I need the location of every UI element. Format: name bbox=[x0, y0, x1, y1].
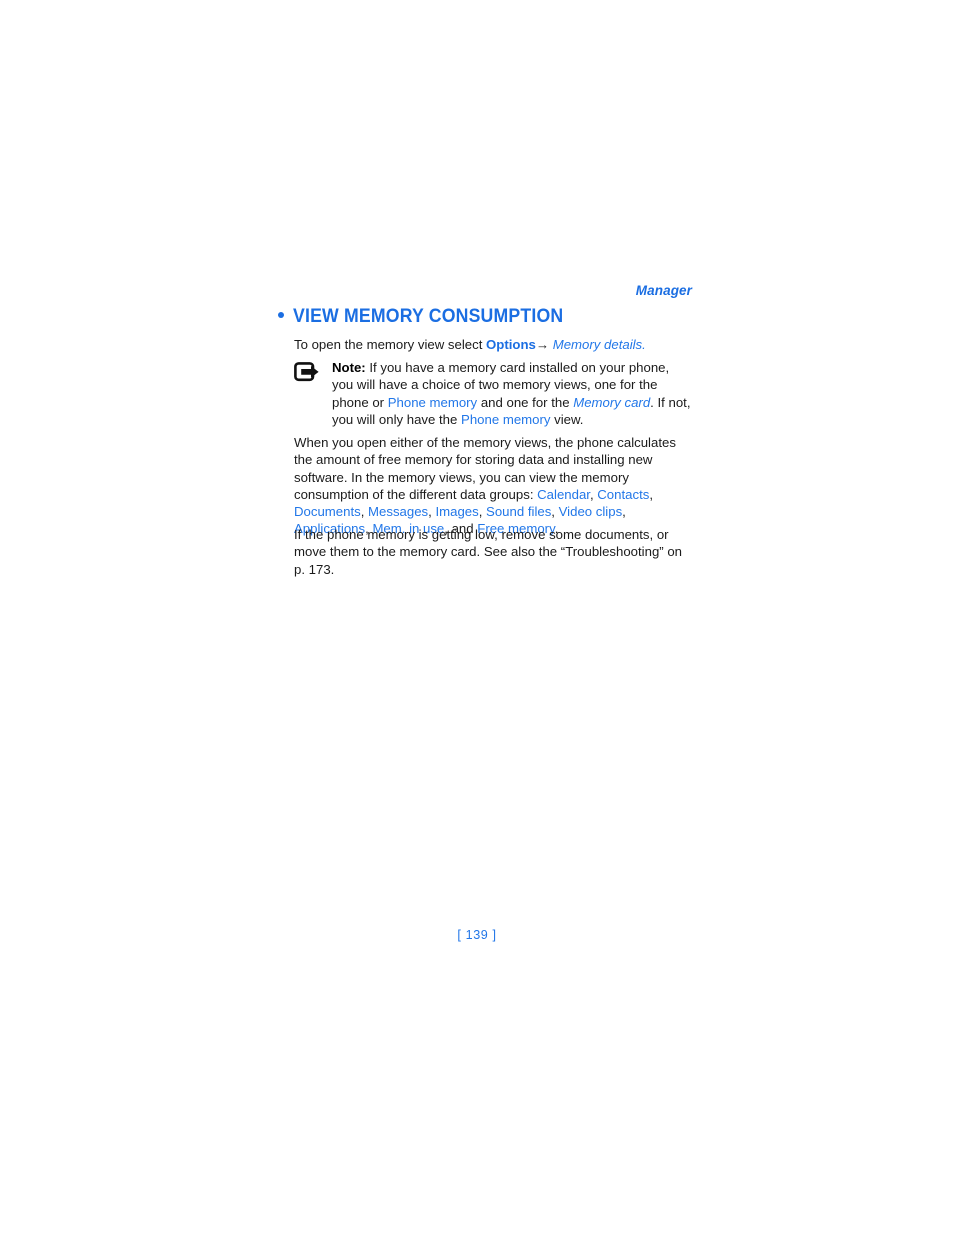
list-separator: , bbox=[360, 504, 369, 520]
list-separator: , bbox=[649, 486, 653, 502]
paragraph-memory-views: When you open either of the memory views… bbox=[294, 434, 694, 538]
document-page: Manager VIEW MEMORY CONSUMPTION To open … bbox=[0, 0, 954, 1235]
bullet-dot-icon bbox=[278, 312, 284, 319]
page-number: [ 139 ] bbox=[457, 928, 497, 942]
note-text: Note: If you have a memory card installe… bbox=[332, 359, 694, 428]
link-data-group[interactable]: Sound files bbox=[486, 504, 551, 519]
link-data-group[interactable]: Video clips bbox=[559, 504, 623, 519]
lead-text-1: To open the memory view select bbox=[294, 337, 487, 352]
list-separator: , bbox=[622, 504, 626, 520]
link-data-group[interactable]: Images bbox=[435, 504, 478, 519]
link-phone-memory-1[interactable]: Phone memory bbox=[388, 395, 477, 410]
page-title-text: VIEW MEMORY CONSUMPTION bbox=[293, 306, 564, 327]
paragraph-low-memory: If the phone memory is getting low, remo… bbox=[294, 527, 683, 577]
options-menu-label[interactable]: Options bbox=[486, 337, 536, 352]
page-title: VIEW MEMORY CONSUMPTION bbox=[278, 306, 698, 328]
memory-details-label[interactable]: Memory details. bbox=[553, 337, 646, 352]
lead-instruction: To open the memory view select Options→ … bbox=[294, 336, 694, 353]
note-text-2: and one for the bbox=[477, 394, 574, 410]
link-data-group[interactable]: Calendar bbox=[537, 487, 590, 502]
note-callout: Note: If you have a memory card installe… bbox=[294, 359, 694, 428]
link-data-group[interactable]: Messages bbox=[368, 504, 428, 519]
link-data-group[interactable]: Documents bbox=[294, 504, 361, 519]
list-separator: , bbox=[478, 504, 487, 520]
note-arrow-icon bbox=[294, 362, 324, 384]
list-separator: , bbox=[551, 504, 559, 520]
note-text-4: view. bbox=[550, 411, 584, 427]
link-data-group[interactable]: Contacts bbox=[597, 487, 649, 502]
running-header: Manager bbox=[635, 283, 692, 298]
arrow-right-icon: → bbox=[535, 337, 550, 352]
link-phone-memory-2[interactable]: Phone memory bbox=[461, 412, 550, 427]
note-label: Note: bbox=[332, 360, 366, 375]
link-memory-card[interactable]: Memory card bbox=[573, 395, 650, 410]
